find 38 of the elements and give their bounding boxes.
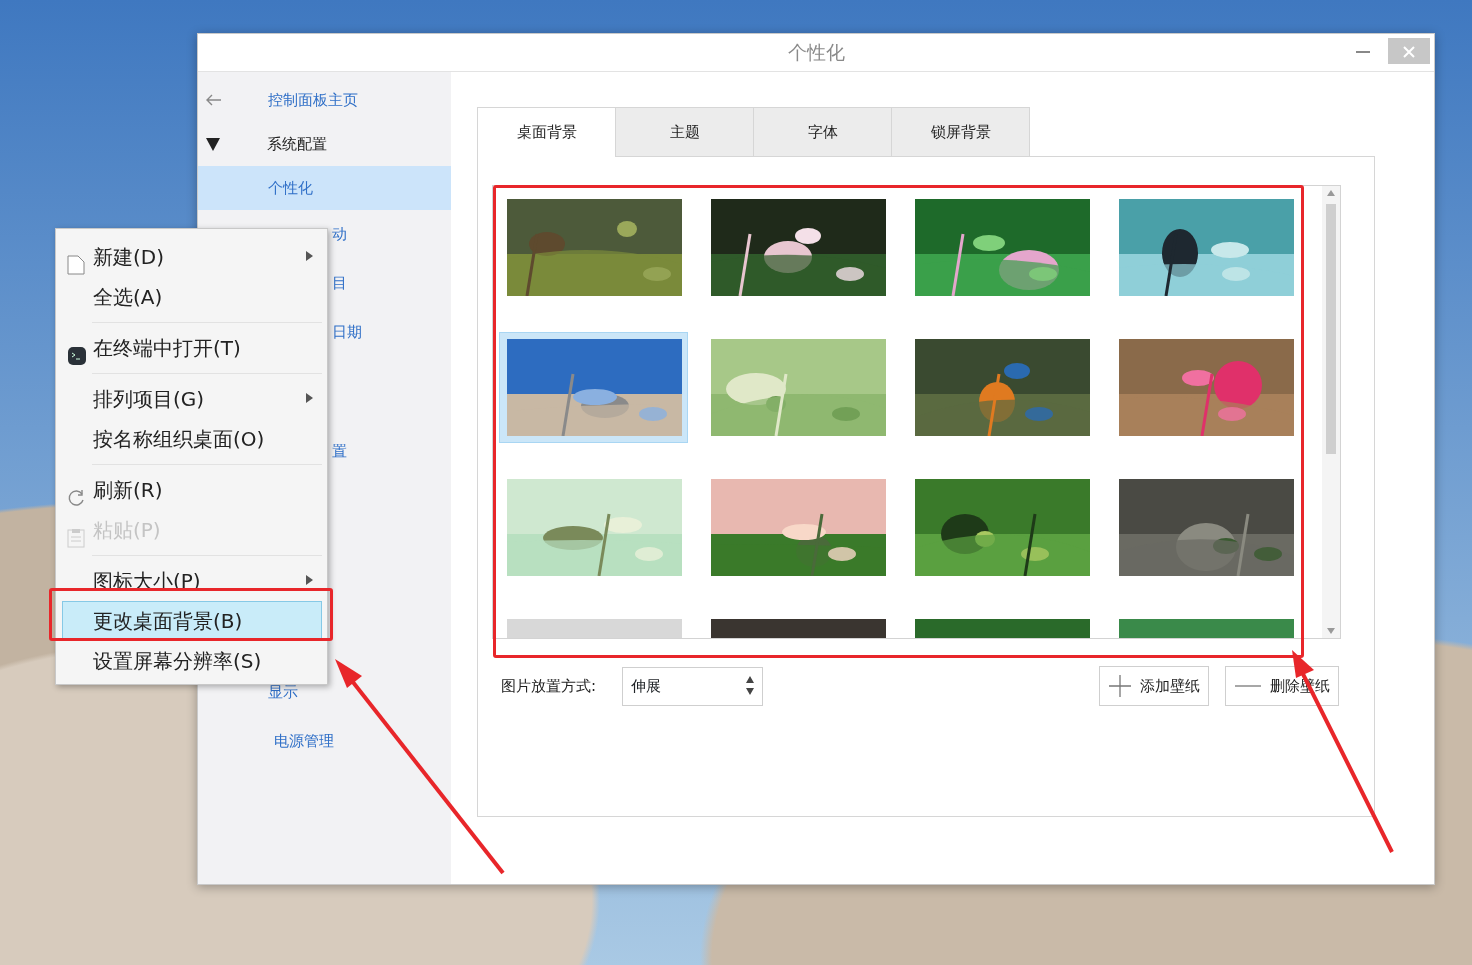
placement-select[interactable]: 伸展 [622, 666, 764, 706]
refresh-icon [67, 487, 85, 508]
add-wallpaper-button[interactable]: 添加壁纸 [1099, 666, 1209, 706]
scroll-down-icon[interactable] [1327, 628, 1335, 634]
menu-item[interactable]: 按名称组织桌面(O) [62, 419, 322, 459]
tab[interactable]: 字体 [753, 107, 892, 156]
placement-label: 图片放置方式: [501, 675, 597, 697]
window-title: 个性化 [787, 40, 845, 66]
terminal-icon [67, 345, 87, 366]
minus-icon [1234, 685, 1262, 687]
back-arrow-icon[interactable] [206, 94, 222, 106]
menu-item[interactable]: 在终端中打开(T) [62, 328, 322, 368]
scroll-up-icon[interactable] [1327, 190, 1335, 196]
tab[interactable]: 主题 [615, 107, 754, 156]
menu-item[interactable]: 排列项目(G) [62, 379, 322, 419]
sidebar-item[interactable]: 电源管理 [198, 717, 451, 766]
control-panel-home-link[interactable]: 控制面板主页 [268, 88, 358, 112]
scrollbar[interactable] [1322, 186, 1340, 638]
menu-item[interactable]: 全选(A) [62, 277, 322, 317]
clipboard-icon [67, 527, 85, 548]
spinner-arrows-icon [746, 675, 755, 697]
submenu-arrow-icon [306, 575, 313, 585]
wallpaper-thumbnail[interactable] [499, 332, 688, 443]
submenu-arrow-icon [306, 393, 313, 403]
submenu-arrow-icon [306, 251, 313, 261]
menu-item[interactable]: 新建(D) [62, 237, 322, 277]
menu-item[interactable]: 更改桌面背景(B) [62, 601, 322, 641]
file-icon [67, 254, 85, 275]
menu-item[interactable]: 设置屏幕分辨率(S) [62, 641, 322, 681]
plus-icon [1108, 674, 1132, 698]
minimize-icon [1356, 50, 1370, 53]
tab[interactable]: 锁屏背景 [891, 107, 1030, 156]
close-icon [1403, 45, 1415, 58]
tab[interactable]: 桌面背景 [477, 107, 616, 157]
sidebar-section-header: 系统配置 [267, 133, 327, 155]
expand-triangle-icon[interactable] [206, 137, 220, 151]
sidebar-item[interactable]: 个性化 [198, 166, 451, 210]
menu-item[interactable]: 刷新(R) [62, 470, 322, 510]
